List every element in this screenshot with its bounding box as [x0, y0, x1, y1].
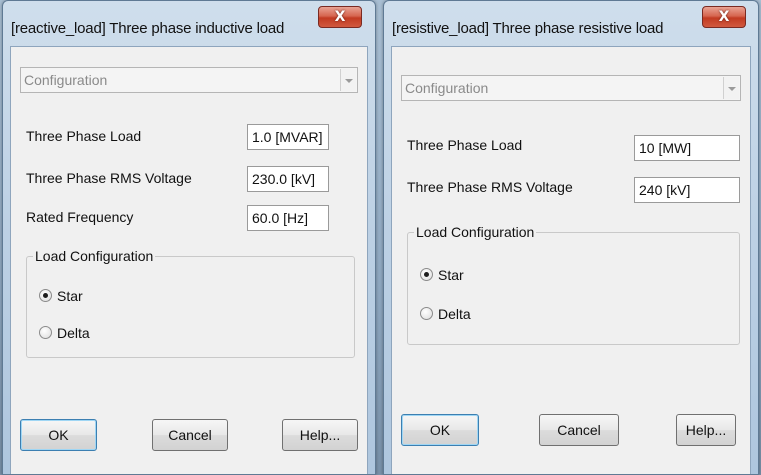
close-icon: X: [334, 9, 346, 25]
help-button[interactable]: Help...: [676, 414, 736, 446]
load-configuration-title: Load Configuration: [33, 248, 156, 264]
help-button[interactable]: Help...: [282, 419, 358, 451]
title-bar[interactable]: [resistive_load] Three phase resistive l…: [384, 1, 758, 45]
close-button[interactable]: X: [702, 6, 746, 28]
rated-frequency-label: Rated Frequency: [26, 209, 134, 225]
cancel-button[interactable]: Cancel: [539, 414, 619, 446]
configuration-dropdown-value: Configuration: [24, 72, 108, 88]
rated-frequency-input[interactable]: 60.0 [Hz]: [247, 205, 329, 231]
load-configuration-title: Load Configuration: [414, 224, 537, 240]
load-configuration-group: Load Configuration Star Delta: [26, 248, 355, 358]
dialog-title: [resistive_load] Three phase resistive l…: [392, 20, 664, 37]
dialog-client-area: Configuration Three Phase Load 10 [MW] T…: [391, 46, 751, 474]
resistive-load-dialog: [resistive_load] Three phase resistive l…: [383, 0, 759, 475]
rms-voltage-input[interactable]: 240 [kV]: [634, 177, 740, 203]
chevron-down-icon[interactable]: [340, 69, 356, 91]
close-button[interactable]: X: [318, 6, 362, 28]
radio-button-icon[interactable]: [39, 289, 52, 302]
radio-button-icon[interactable]: [39, 326, 52, 339]
three-phase-load-input[interactable]: 10 [MW]: [634, 135, 740, 161]
ok-button[interactable]: OK: [20, 419, 97, 451]
radio-button-icon[interactable]: [420, 307, 433, 320]
reactive-load-dialog: [reactive_load] Three phase inductive lo…: [2, 0, 376, 475]
star-option[interactable]: Star: [39, 288, 119, 304]
delta-label: Delta: [438, 306, 471, 322]
star-label: Star: [438, 267, 464, 283]
rms-voltage-input[interactable]: 230.0 [kV]: [247, 166, 329, 192]
desktop-background: [reactive_load] Three phase inductive lo…: [0, 0, 761, 475]
delta-label: Delta: [57, 325, 90, 341]
rms-voltage-label: Three Phase RMS Voltage: [26, 170, 192, 186]
star-label: Star: [57, 288, 83, 304]
dialog-client-area: Configuration Three Phase Load 1.0 [MVAR…: [10, 46, 368, 474]
rms-voltage-label: Three Phase RMS Voltage: [407, 179, 573, 195]
load-configuration-group: Load Configuration Star Delta: [407, 224, 740, 345]
delta-option[interactable]: Delta: [39, 325, 119, 341]
delta-option[interactable]: Delta: [420, 306, 500, 322]
ok-button[interactable]: OK: [401, 414, 479, 446]
configuration-dropdown[interactable]: Configuration: [20, 67, 358, 93]
chevron-down-icon[interactable]: [723, 77, 739, 99]
three-phase-load-label: Three Phase Load: [407, 137, 523, 153]
cancel-button[interactable]: Cancel: [152, 419, 228, 451]
star-option[interactable]: Star: [420, 267, 500, 283]
title-bar[interactable]: [reactive_load] Three phase inductive lo…: [3, 1, 375, 45]
three-phase-load-label: Three Phase Load: [26, 128, 142, 144]
dialog-title: [reactive_load] Three phase inductive lo…: [11, 20, 285, 37]
configuration-dropdown[interactable]: Configuration: [401, 75, 741, 101]
close-icon: X: [718, 9, 730, 25]
radio-button-icon[interactable]: [420, 268, 433, 281]
three-phase-load-input[interactable]: 1.0 [MVAR]: [247, 124, 329, 150]
configuration-dropdown-value: Configuration: [405, 80, 489, 96]
